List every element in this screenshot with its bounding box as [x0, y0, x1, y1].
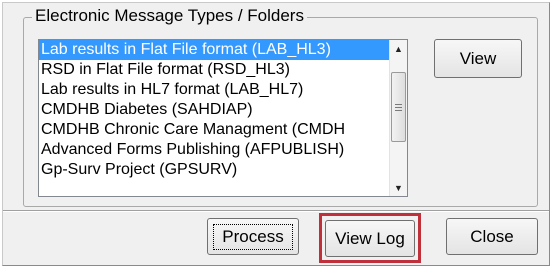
scroll-thumb[interactable]	[391, 72, 406, 142]
message-types-group: Electronic Message Types / Folders Lab r…	[23, 6, 538, 207]
list-item[interactable]: RSD in Flat File format (RSD_HL3)	[39, 60, 389, 80]
list-item[interactable]: Lab results in Flat File format (LAB_HL3…	[39, 40, 389, 60]
close-button[interactable]: Close	[446, 218, 538, 255]
list-item[interactable]: Gp-Surv Project (GPSURV)	[39, 160, 389, 180]
list-item[interactable]: CMDHB Diabetes (SAHDIAP)	[39, 100, 389, 120]
process-button[interactable]: Process	[207, 218, 299, 255]
message-types-dialog: Electronic Message Types / Folders Lab r…	[2, 2, 550, 266]
divider	[3, 210, 549, 212]
grip-icon	[395, 103, 402, 111]
scroll-down-arrow-icon[interactable]: ▼	[390, 179, 407, 196]
group-title: Electronic Message Types / Folders	[32, 6, 307, 26]
list-item[interactable]: Advanced Forms Publishing (AFPUBLISH)	[39, 140, 389, 160]
process-button-label: Process	[213, 223, 293, 250]
vertical-scrollbar[interactable]: ▲ ▼	[389, 40, 407, 196]
list-items: Lab results in Flat File format (LAB_HL3…	[39, 40, 389, 196]
message-types-listbox[interactable]: Lab results in Flat File format (LAB_HL3…	[38, 39, 408, 197]
list-item[interactable]: Lab results in HL7 format (LAB_HL7)	[39, 80, 389, 100]
view-button[interactable]: View	[434, 39, 522, 78]
list-item[interactable]: CMDHB Chronic Care Managment (CMDH	[39, 120, 389, 140]
highlight-box	[319, 213, 421, 263]
scroll-up-arrow-icon[interactable]: ▲	[390, 40, 407, 57]
close-button-label: Close	[470, 226, 514, 246]
view-button-label: View	[459, 48, 497, 68]
